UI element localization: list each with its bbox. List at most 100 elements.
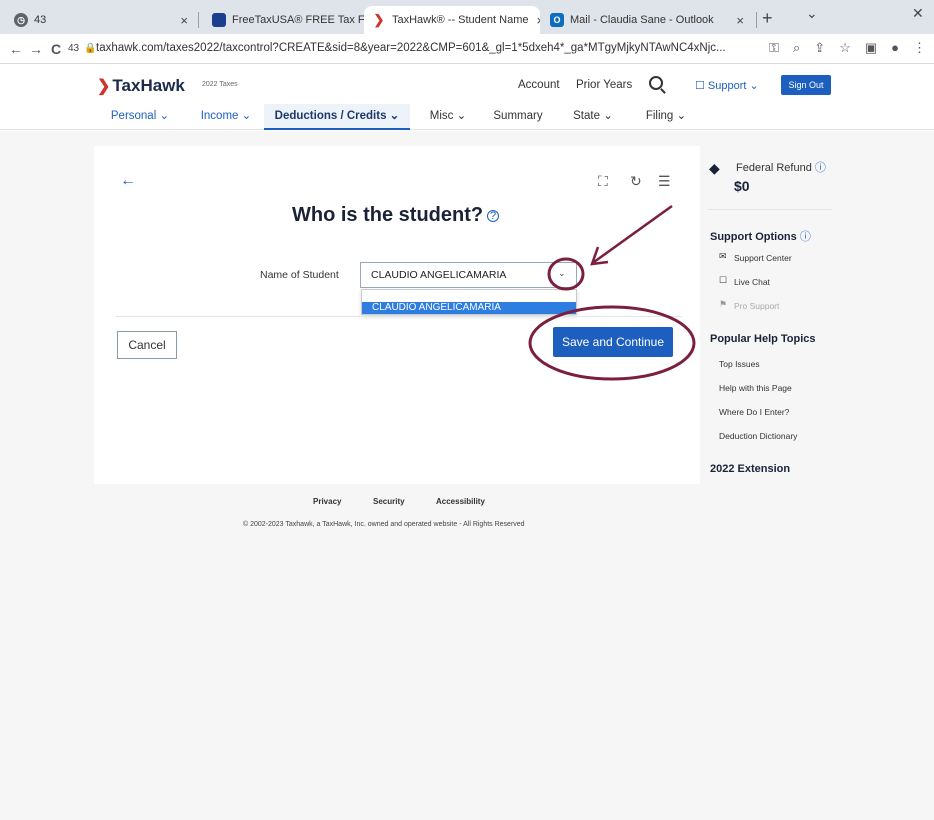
refund-label: Federal Refund ⓘ (736, 159, 826, 175)
lock-icon[interactable]: 🔒 (84, 43, 96, 54)
key-icon[interactable]: ⚿ (769, 40, 779, 56)
envelope-icon: ✉ (719, 251, 727, 261)
tax-year-label: 2022 Taxes (202, 81, 238, 88)
support-label: Support (707, 80, 747, 92)
browser-address-bar: ← → C 43 🔒 taxhawk.com/taxes2022/taxcont… (0, 34, 934, 64)
site-header: ❯ TaxHawk 2022 Taxes Account Prior Years… (0, 64, 934, 104)
tab-label: State (573, 110, 600, 122)
history-icon[interactable]: ↻ (630, 173, 642, 190)
tab-label: Deductions / Credits (274, 110, 387, 122)
close-icon[interactable]: × (529, 13, 541, 28)
help-link-deduction-dictionary[interactable]: Deduction Dictionary (719, 431, 797, 441)
support-menu[interactable]: ☐ Support ⌄ (695, 79, 759, 92)
tab-misc[interactable]: Misc ⌄ (420, 104, 476, 130)
help-icon[interactable]: ⓘ (800, 231, 811, 243)
tab-label: Misc (429, 110, 454, 122)
taxhawk-favicon-icon: ❯ (372, 12, 386, 27)
address-bar-actions: ⚿ ⌕ ⇪ ☆ ▣ ● ⋮ (769, 40, 926, 56)
share-icon[interactable]: ⇪ (814, 40, 825, 56)
bookmark-star-icon[interactable]: ☆ (839, 40, 851, 56)
live-chat-link[interactable]: Live Chat (734, 277, 770, 287)
new-tab-button[interactable]: + (762, 8, 773, 29)
security-link[interactable]: Security (373, 497, 405, 506)
refund-label-text: Federal Refund (736, 162, 812, 174)
menu-kebab-icon[interactable]: ⋮ (913, 40, 926, 56)
hawk-logo-icon: ❯ (97, 78, 111, 95)
help-icon[interactable]: ⓘ (815, 162, 826, 174)
sign-out-button[interactable]: Sign Out (781, 75, 831, 95)
taxhawk-logo[interactable]: ❯ TaxHawk (97, 76, 185, 96)
extension-heading[interactable]: 2022 Extension (710, 463, 790, 475)
prior-years-link[interactable]: Prior Years (576, 79, 632, 91)
student-name-select[interactable]: CLAUDIO ANGELICAMARIA (360, 262, 577, 288)
help-link-where-enter[interactable]: Where Do I Enter? (719, 407, 789, 417)
browser-tab-active[interactable]: ❯ TaxHawk® -- Student Name × (364, 6, 540, 34)
forward-button[interactable]: → (26, 41, 46, 57)
tab-separator (756, 12, 757, 28)
tab-label: Filing (645, 110, 674, 122)
support-center-link[interactable]: Support Center (734, 253, 792, 263)
main-nav: Personal ⌄ Income ⌄ Deductions / Credits… (0, 104, 934, 130)
browser-tab-bar: ◷ 43 × FreeTaxUSA® FREE Tax Filing, × ❯ … (0, 0, 934, 34)
freetaxusa-favicon-icon (212, 13, 226, 27)
save-and-continue-button[interactable]: Save and Continue (553, 327, 673, 357)
close-icon[interactable]: × (172, 13, 188, 28)
browser-tab-1[interactable]: ◷ 43 × (6, 6, 196, 34)
tab-label: FreeTaxUSA® FREE Tax Filing, (232, 14, 364, 26)
help-link-top-issues[interactable]: Top Issues (719, 359, 760, 369)
bookmark-icon[interactable]: ⛶ (598, 173, 608, 190)
divider (116, 316, 682, 317)
zoom-icon[interactable]: ⌕ (793, 40, 800, 56)
url-field[interactable]: taxhawk.com/taxes2022/taxcontrol?CREATE&… (96, 42, 736, 54)
back-arrow-icon[interactable]: ← (120, 172, 136, 190)
tab-label: Summary (493, 110, 543, 122)
page-title: Who is the student?? (292, 204, 500, 227)
back-button[interactable]: ← (6, 41, 26, 57)
tab-personal[interactable]: Personal ⌄ (104, 104, 176, 130)
chat-icon: ☐ (719, 275, 728, 285)
browser-tab-4[interactable]: O Mail - Claudia Sane - Outlook × (542, 6, 752, 34)
tab-income[interactable]: Income ⌄ (192, 104, 260, 130)
tab-summary[interactable]: Summary (488, 104, 548, 130)
tab-filing[interactable]: Filing ⌄ (640, 104, 692, 130)
account-link[interactable]: Account (518, 79, 560, 91)
cancel-button[interactable]: Cancel (117, 331, 177, 359)
tab-state[interactable]: State ⌄ (568, 104, 618, 130)
close-icon[interactable]: × (728, 13, 744, 28)
profile-icon[interactable]: ● (891, 40, 899, 56)
question-card (94, 146, 700, 484)
tab-counter: 43 (68, 43, 80, 54)
privacy-link[interactable]: Privacy (313, 497, 341, 506)
list-icon[interactable]: ☰ (658, 173, 671, 190)
tab-deductions-credits[interactable]: Deductions / Credits ⌄ (264, 104, 410, 130)
side-panel-icon[interactable]: ▣ (865, 40, 877, 56)
chevron-down-icon[interactable]: ⌄ (558, 268, 566, 279)
refund-amount: $0 (734, 178, 750, 194)
student-name-label: Name of Student (260, 269, 339, 281)
heading-text: Support Options (710, 231, 797, 243)
search-icon[interactable] (649, 76, 663, 90)
outlook-favicon-icon: O (550, 13, 564, 27)
pro-support-link[interactable]: Pro Support (734, 301, 779, 311)
copyright-text: © 2002-2023 Taxhawk, a TaxHawk, Inc. own… (243, 521, 525, 528)
dropdown-option[interactable]: CLAUDIO ANGELICAMARIA (362, 302, 576, 314)
student-dropdown-list: CLAUDIO ANGELICAMARIA (361, 289, 577, 315)
accessibility-link[interactable]: Accessibility (436, 497, 485, 506)
tab-label: Mail - Claudia Sane - Outlook (570, 14, 714, 26)
chat-bubble-icon: ☐ (695, 80, 708, 92)
tab-label: TaxHawk® -- Student Name (392, 14, 529, 26)
reload-button[interactable]: C (46, 41, 66, 57)
tab-group-icon: ◷ (14, 13, 28, 27)
help-topics-heading: Popular Help Topics (710, 333, 816, 345)
help-link-this-page[interactable]: Help with this Page (719, 383, 792, 393)
us-map-icon: ◆ (709, 160, 720, 176)
browser-tab-2[interactable]: FreeTaxUSA® FREE Tax Filing, × (204, 6, 364, 34)
tab-search-icon[interactable]: ⌄ (806, 5, 818, 22)
pro-support-icon: ⚑ (719, 299, 728, 309)
help-icon[interactable]: ? (487, 209, 500, 222)
divider (708, 209, 832, 210)
tab-label: Income (200, 110, 239, 122)
chevron-down-icon: ⌄ (746, 80, 759, 92)
window-close-button[interactable]: ✕ (912, 5, 924, 22)
title-text: Who is the student? (292, 204, 484, 226)
